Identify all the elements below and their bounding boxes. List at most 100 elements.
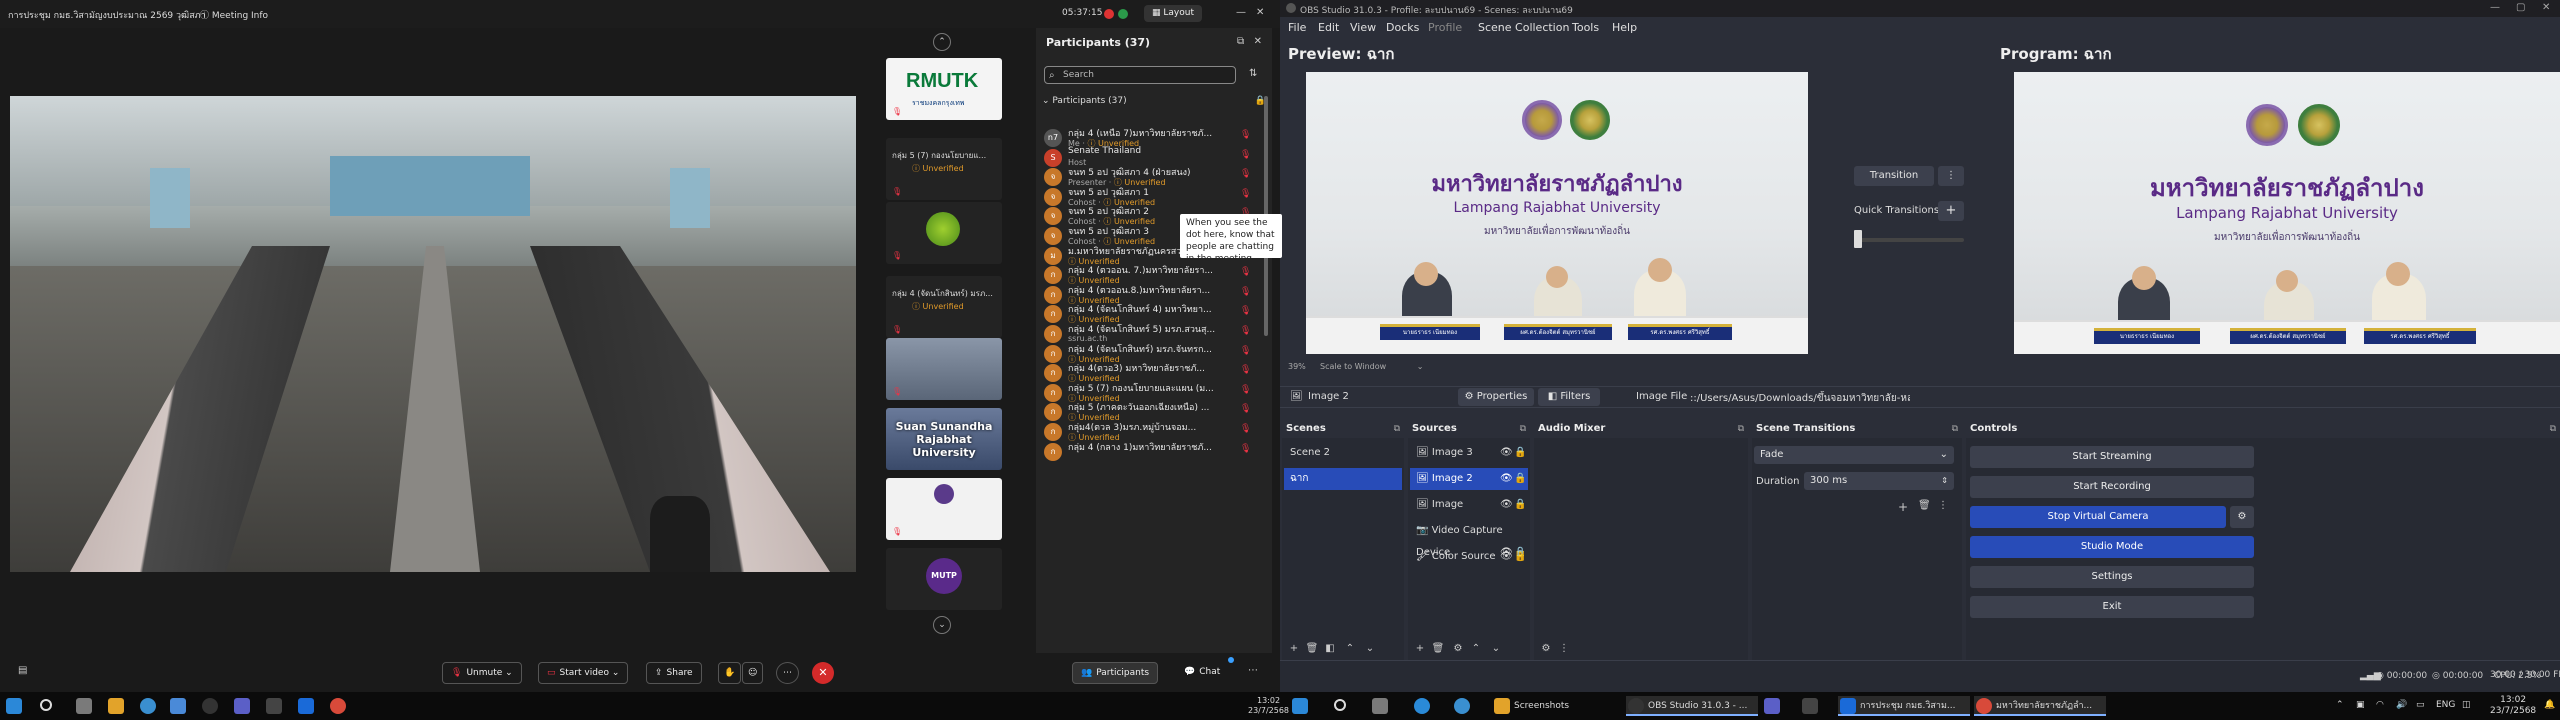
source-item[interactable]: 🖼 Image 3 👁 🔒 [1410, 442, 1528, 464]
add-quick-transition-icon[interactable]: + [1938, 201, 1964, 221]
close-window-icon[interactable]: ✕ [2542, 2, 2550, 13]
main-video[interactable] [10, 96, 856, 572]
overflow-icon[interactable]: ⋯ [1248, 665, 1258, 676]
panel-popout-close-icons[interactable]: ⧉ ✕ [1237, 36, 1262, 47]
source-item[interactable]: 🖼 Image 👁 🔒 [1410, 494, 1528, 516]
source-item[interactable]: 🖌 Color Source 👁 🔓 [1410, 546, 1528, 568]
taskbar-app-chrome[interactable]: มหาวิทยาลัยราชภัฏลำ... [1974, 696, 2106, 716]
start-streaming-button[interactable]: Start Streaming [1970, 446, 2254, 468]
add-icon[interactable]: + [1286, 641, 1302, 657]
leave-icon[interactable]: ✕ [812, 662, 834, 684]
menu-file[interactable]: File [1288, 21, 1306, 34]
taskbar-app-generic[interactable] [1800, 696, 1828, 716]
app-icon[interactable] [266, 698, 282, 714]
battery-icon[interactable]: ▭ [2416, 700, 2425, 710]
dock-popout-icon[interactable]: ⧉ [2550, 420, 2556, 438]
trash-icon[interactable]: 🗑 [1918, 500, 1931, 511]
scene-item[interactable]: Scene 2 [1284, 442, 1402, 464]
trash-icon[interactable]: 🗑 [1430, 641, 1446, 657]
lock-icon[interactable]: 🔒 [1514, 494, 1526, 516]
dock-popout-icon[interactable]: ⧉ [1394, 420, 1400, 438]
source-item[interactable]: 🖼 Image 2 👁 🔒 [1410, 468, 1528, 490]
minimize-icon[interactable]: — [1236, 7, 1246, 18]
reactions-button[interactable]: ☺ [742, 662, 764, 684]
tray-app-icon[interactable]: ▣ [2356, 700, 2365, 710]
t-bar-handle[interactable] [1854, 230, 1862, 248]
task-view-icon[interactable] [1372, 698, 1388, 714]
source-item[interactable]: 📷 Video Capture Device 👁 🔒 [1410, 520, 1528, 558]
sort-icon[interactable]: ⇅ [1249, 68, 1257, 79]
chat-button[interactable]: 💬 Chat [1176, 662, 1228, 684]
minimize-icon[interactable]: — [2490, 2, 2500, 13]
taskbar-app-zoom[interactable]: การประชุม กมธ.วิสาม... [1838, 696, 1970, 716]
task-view-icon[interactable] [76, 698, 92, 714]
menu-scene-collection[interactable]: Scene Collection [1478, 21, 1569, 34]
unmute-button[interactable]: 🎙 Unmute ⌄ [442, 662, 522, 684]
share-button[interactable]: ⇪ Share [646, 662, 702, 684]
visibility-eye-icon[interactable]: 👁 [1500, 442, 1513, 464]
input-language[interactable]: ENG [2436, 700, 2455, 710]
lock-icon[interactable]: 🔒 [1514, 442, 1526, 464]
visibility-eye-icon[interactable]: 👁 [1500, 546, 1513, 568]
taskbar-app-obs[interactable]: OBS Studio 31.0.3 - ... [1626, 696, 1758, 716]
virtual-camera-gear-icon[interactable]: ⚙ [2230, 506, 2254, 528]
filter-icon[interactable]: ◧ [1322, 641, 1338, 657]
chrome-icon[interactable] [140, 698, 156, 714]
chrome-icon[interactable] [330, 698, 346, 714]
more-button[interactable]: ⋯ [776, 662, 799, 684]
add-transition-icon[interactable]: + [1898, 500, 1908, 514]
kebab-menu-icon[interactable]: ⋮ [1938, 500, 1948, 511]
captions-icon[interactable]: ▤ [18, 665, 27, 676]
visibility-eye-icon[interactable]: 👁 [1500, 468, 1513, 490]
video-tile-5[interactable]: 🎙 [886, 338, 1002, 400]
move-down-icon[interactable]: ⌄ [1362, 641, 1378, 657]
move-up-icon[interactable]: ⌃ [1342, 641, 1358, 657]
participants-button[interactable]: 👥 Participants [1072, 662, 1159, 684]
video-tile-7[interactable]: 🎙 [886, 478, 1002, 540]
menu-profile[interactable]: Profile [1428, 21, 1462, 34]
dock-popout-icon[interactable]: ⧉ [1952, 420, 1958, 438]
transition-type-select[interactable]: Fade ⌄ [1754, 446, 1954, 464]
wifi-icon[interactable]: ◠ [2376, 700, 2384, 710]
add-icon[interactable]: + [1412, 641, 1428, 657]
system-clock[interactable]: 13:02 23/7/2568 [2490, 695, 2536, 717]
close-window-icon[interactable]: ✕ [1256, 7, 1264, 18]
teams-icon[interactable] [234, 698, 250, 714]
participants-section-header[interactable]: ⌄ Participants (37) 🔒 [1042, 96, 1266, 106]
move-up-icon[interactable]: ⌃ [1468, 641, 1484, 657]
video-tile-2[interactable]: กลุ่ม 5 (7) กองนโยบายแ... ⓘ Unverified 🎙 [886, 138, 1002, 200]
layout-button[interactable]: ▦ Layout [1144, 5, 1202, 22]
meeting-info-button[interactable]: ⓘ Meeting Info [200, 8, 268, 21]
video-tile-8[interactable]: MUTP [886, 548, 1002, 610]
properties-button[interactable]: ⚙ Properties [1458, 388, 1534, 406]
menu-help[interactable]: Help [1612, 21, 1637, 34]
participant-row[interactable]: ก กลุ่ม 4 (กลาง 1)มหาวิทยาลัยราชภั... 🎙 [1036, 438, 1266, 470]
video-tile-3[interactable]: 🎙 [886, 202, 1002, 264]
audio-settings-icon[interactable]: ⚙ [1538, 641, 1554, 657]
studio-mode-button[interactable]: Studio Mode [1970, 536, 2254, 558]
menu-docks[interactable]: Docks [1386, 21, 1419, 34]
visibility-eye-icon[interactable]: 👁 [1500, 494, 1513, 516]
participant-search-input[interactable]: ⌕ Search [1044, 66, 1236, 84]
gear-icon[interactable]: ⚙ [1450, 641, 1466, 657]
kebab-menu-icon[interactable]: ⋮ [1556, 641, 1572, 657]
notifications-icon[interactable]: 🔔 [2544, 700, 2555, 710]
start-video-button[interactable]: ▭ Start video ⌄ [538, 662, 629, 684]
menu-tools[interactable]: Tools [1572, 21, 1599, 34]
trash-icon[interactable]: 🗑 [1304, 641, 1320, 657]
dock-popout-icon[interactable]: ⧉ [1520, 420, 1526, 438]
scene-item[interactable]: ฉาก [1284, 468, 1402, 490]
transition-button[interactable]: Transition [1854, 166, 1934, 186]
menu-view[interactable]: View [1350, 21, 1376, 34]
start-icon[interactable] [6, 698, 22, 714]
zoom-icon[interactable] [298, 698, 314, 714]
search-icon[interactable] [40, 699, 52, 711]
volume-icon[interactable]: 🔊 [2396, 700, 2407, 710]
unlock-icon[interactable]: 🔓 [1514, 546, 1526, 568]
settings-button[interactable]: Settings [1970, 566, 2254, 588]
raise-hand-button[interactable]: ✋ [718, 662, 742, 684]
preview-canvas[interactable]: มหาวิทยาลัยราชภัฏลำปาง Lampang Rajabhat … [1306, 72, 1808, 354]
move-down-icon[interactable]: ⌄ [1488, 641, 1504, 657]
exit-button[interactable]: Exit [1970, 596, 2254, 618]
transition-menu-icon[interactable]: ⋮ [1938, 166, 1964, 186]
